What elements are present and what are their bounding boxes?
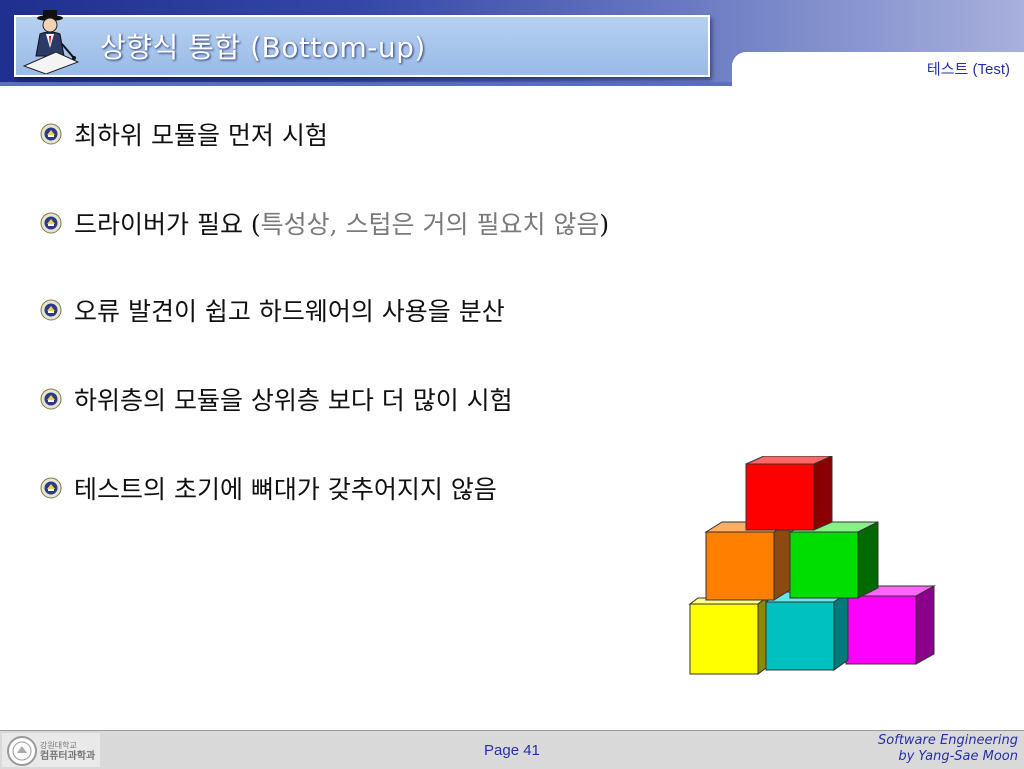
university-emblem-bullet-icon	[40, 477, 62, 499]
list-item: 하위층의 모듈을 상위층 보다 더 많이 시험	[40, 379, 513, 419]
list-item: 오류 발견이 쉽고 하드웨어의 사용을 분산	[40, 290, 505, 330]
university-emblem-bullet-icon	[40, 299, 62, 321]
bullet-suffix: )	[599, 210, 610, 239]
bullet-text: 테스트의 초기에 뼈대가 갖추어지지 않음	[74, 475, 497, 504]
course-credit: Software Engineering by Yang-Sae Moon	[878, 733, 1018, 765]
list-item: 테스트의 초기에 뼈대가 갖추어지지 않음	[40, 468, 497, 508]
page-number: Page 41	[484, 742, 540, 759]
university-logo: 강원대학교 컴퓨터과학과	[2, 733, 100, 767]
bullet-text: 최하위 모듈을 먼저 시험	[74, 121, 328, 150]
department-label: 컴퓨터과학과	[40, 751, 96, 762]
cyan-block	[764, 591, 850, 671]
course-title: Software Engineering	[878, 733, 1018, 748]
list-item: 최하위 모듈을 먼저 시험	[40, 114, 328, 154]
slide-title: 상향식 통합 (Bottom-up)	[100, 31, 426, 64]
man-at-desk-icon	[22, 10, 80, 74]
bullet-note: 특성상, 스텁은 거의 필요치 않음	[260, 210, 600, 239]
bullet-text: 하위층의 모듈을 상위층 보다 더 많이 시험	[74, 386, 513, 415]
red-block	[745, 456, 833, 531]
orange-block	[704, 521, 792, 601]
university-name: 강원대학교	[40, 741, 77, 750]
author-line: by Yang-Sae Moon	[898, 749, 1018, 764]
department-name: 강원대학교 컴퓨터과학과	[40, 740, 95, 762]
yellow-block	[688, 597, 768, 675]
university-emblem-bullet-icon	[40, 388, 62, 410]
stacked-blocks-icon	[688, 456, 936, 675]
bullet-text: 오류 발견이 쉽고 하드웨어의 사용을 분산	[74, 297, 505, 326]
footer-bar: 강원대학교 컴퓨터과학과 Page 41 Software Engineerin…	[0, 730, 1024, 769]
list-item: 드라이버가 필요 (특성상, 스텁은 거의 필요치 않음)	[40, 203, 609, 243]
university-emblem-bullet-icon	[40, 123, 62, 145]
university-seal-icon	[7, 736, 37, 766]
university-emblem-bullet-icon	[40, 212, 62, 234]
green-block	[789, 521, 879, 599]
bullet-text: 드라이버가 필요 (	[74, 210, 261, 239]
section-label: 테스트 (Test)	[926, 61, 1010, 78]
